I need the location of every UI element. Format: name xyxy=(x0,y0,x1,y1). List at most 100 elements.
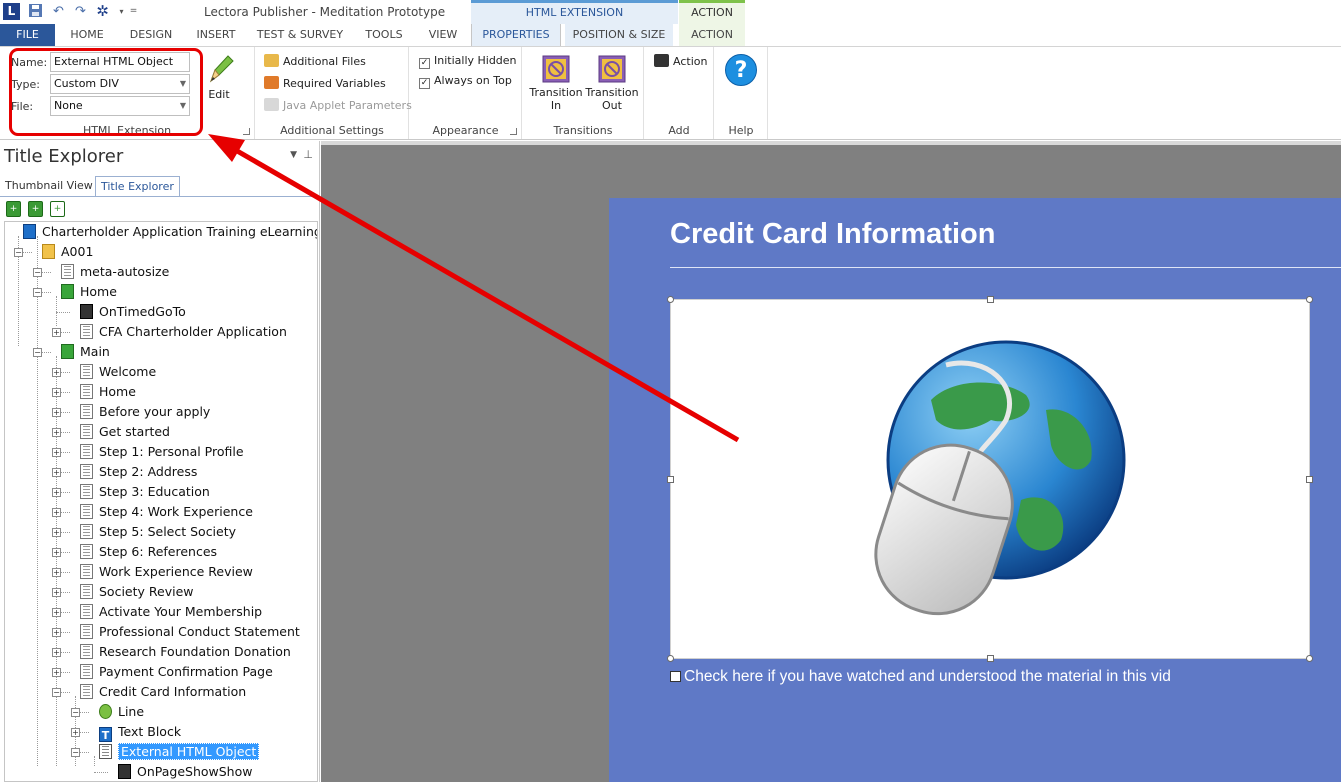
collapse-icon[interactable]: − xyxy=(33,268,42,277)
expand-icon[interactable]: + xyxy=(52,488,61,497)
expand-icon[interactable]: + xyxy=(71,728,80,737)
tree-node[interactable]: Step 6: References xyxy=(80,542,217,562)
resize-handle[interactable] xyxy=(667,655,674,662)
save-icon[interactable] xyxy=(27,3,44,20)
tree-node[interactable]: OnPageShowShow xyxy=(118,762,252,781)
collapse-icon[interactable]: − xyxy=(71,708,80,717)
resize-handle[interactable] xyxy=(667,476,674,483)
expand-icon[interactable]: + xyxy=(52,568,61,577)
expand-icon[interactable]: + xyxy=(52,528,61,537)
resize-handle[interactable] xyxy=(1306,476,1313,483)
tree-node[interactable]: Home xyxy=(80,382,136,402)
resize-handle[interactable] xyxy=(987,296,994,303)
resize-handle[interactable] xyxy=(1306,296,1313,303)
tree-node[interactable]: Main xyxy=(61,342,110,362)
tree-node[interactable]: Work Experience Review xyxy=(80,562,253,582)
heading-divider-line[interactable] xyxy=(670,267,1341,268)
editor-canvas[interactable]: Credit Card Information Check here if yo… xyxy=(321,141,1341,782)
settings-icon[interactable]: ✲ xyxy=(94,3,111,20)
tab-tools[interactable]: TOOLS xyxy=(358,24,410,46)
tree-node[interactable]: Get started xyxy=(80,422,170,442)
expand-icon[interactable]: + xyxy=(52,648,61,657)
name-field[interactable]: External HTML Object xyxy=(50,52,190,72)
expand-icon[interactable]: + xyxy=(52,628,61,637)
external-html-object[interactable] xyxy=(667,296,1313,662)
redo-icon[interactable]: ↷ xyxy=(72,3,89,20)
tree-node[interactable]: Research Foundation Donation xyxy=(80,642,291,662)
tab-file[interactable]: FILE xyxy=(0,24,55,46)
tab-home[interactable]: HOME xyxy=(62,24,112,46)
tree-node[interactable]: Home xyxy=(61,282,117,302)
customize-qat-icon[interactable]: = xyxy=(125,3,142,20)
add-section-icon[interactable]: + xyxy=(28,201,43,217)
java-applet-parameters-button[interactable]: Java Applet Parameters xyxy=(264,96,412,116)
tree-node[interactable]: Charterholder Application Training eLear… xyxy=(23,222,317,242)
help-button[interactable]: ? xyxy=(724,54,758,86)
tab-position-size[interactable]: POSITION & SIZE xyxy=(565,24,673,46)
expand-icon[interactable]: + xyxy=(52,468,61,477)
always-on-top-checkbox[interactable]: ✓ Always on Top xyxy=(419,71,512,91)
undo-icon[interactable]: ↶ xyxy=(50,3,67,20)
tree-node[interactable]: CFA Charterholder Application xyxy=(80,322,287,342)
additional-files-button[interactable]: Additional Files xyxy=(264,52,366,72)
transition-out-button[interactable]: Transition Out xyxy=(585,55,639,112)
collapse-icon[interactable]: − xyxy=(71,748,80,757)
tree-node[interactable]: T Text Block xyxy=(99,722,181,742)
edit-button[interactable]: Edit xyxy=(200,53,238,101)
tree-node[interactable]: OnTimedGoTo xyxy=(80,302,186,322)
tab-action[interactable]: ACTION xyxy=(679,24,745,46)
collapse-icon[interactable]: − xyxy=(33,288,42,297)
resize-handle[interactable] xyxy=(667,296,674,303)
tree-node[interactable]: meta-autosize xyxy=(61,262,169,282)
tree-node[interactable]: Step 3: Education xyxy=(80,482,210,502)
dialog-launcher-icon[interactable] xyxy=(510,128,517,135)
tree-node[interactable]: Activate Your Membership xyxy=(80,602,262,622)
collapse-icon[interactable]: − xyxy=(14,248,23,257)
tab-insert[interactable]: INSERT xyxy=(190,24,242,46)
dialog-launcher-icon[interactable] xyxy=(243,128,250,135)
tree-node[interactable]: External HTML Object xyxy=(99,742,260,762)
expand-icon[interactable]: + xyxy=(52,408,61,417)
tab-test-survey[interactable]: TEST & SURVEY xyxy=(255,24,345,46)
page-heading[interactable]: Credit Card Information xyxy=(670,218,995,251)
tree-node[interactable]: Professional Conduct Statement xyxy=(80,622,300,642)
resize-handle[interactable] xyxy=(987,655,994,662)
tree-node[interactable]: Line xyxy=(99,702,144,722)
expand-icon[interactable]: + xyxy=(52,588,61,597)
transition-in-button[interactable]: Transition In xyxy=(529,55,583,112)
add-page-icon[interactable]: + xyxy=(50,201,65,217)
tree-node[interactable]: Step 2: Address xyxy=(80,462,197,482)
tree-node[interactable]: A001 xyxy=(42,242,93,262)
file-select[interactable]: None ▼ xyxy=(50,96,190,116)
required-variables-button[interactable]: Required Variables xyxy=(264,74,386,94)
tree-node[interactable]: Payment Confirmation Page xyxy=(80,662,273,682)
tab-properties[interactable]: PROPERTIES xyxy=(471,24,561,46)
expand-icon[interactable]: + xyxy=(52,548,61,557)
expand-icon[interactable]: + xyxy=(52,368,61,377)
tree-node[interactable]: Credit Card Information xyxy=(80,682,246,702)
tab-view[interactable]: VIEW xyxy=(420,24,466,46)
expand-icon[interactable]: + xyxy=(52,328,61,337)
tree-node[interactable]: Before your apply xyxy=(80,402,210,422)
expand-icon[interactable]: + xyxy=(52,388,61,397)
tab-title-explorer[interactable]: Title Explorer xyxy=(95,176,180,197)
expand-icon[interactable]: + xyxy=(52,428,61,437)
panel-menu-icon[interactable]: ▼ xyxy=(290,150,297,160)
pin-icon[interactable]: ⊥ xyxy=(303,148,313,161)
tree-node[interactable]: Step 4: Work Experience xyxy=(80,502,253,522)
watched-checkbox-row[interactable]: Check here if you have watched and under… xyxy=(670,668,1171,686)
collapse-icon[interactable]: − xyxy=(33,348,42,357)
tree-node[interactable]: Step 5: Select Society xyxy=(80,522,236,542)
tree-node[interactable]: Welcome xyxy=(80,362,156,382)
expand-icon[interactable]: + xyxy=(52,508,61,517)
app-logo[interactable]: L xyxy=(3,3,20,20)
expand-icon[interactable]: + xyxy=(52,668,61,677)
initially-hidden-checkbox[interactable]: ✓ Initially Hidden xyxy=(419,51,517,71)
resize-handle[interactable] xyxy=(1306,655,1313,662)
expand-icon[interactable]: + xyxy=(52,448,61,457)
tree-node[interactable]: Step 1: Personal Profile xyxy=(80,442,244,462)
tab-thumbnail-view[interactable]: Thumbnail View xyxy=(0,176,98,197)
expand-icon[interactable]: + xyxy=(52,608,61,617)
tab-design[interactable]: DESIGN xyxy=(125,24,177,46)
watched-checkbox[interactable] xyxy=(670,671,681,682)
